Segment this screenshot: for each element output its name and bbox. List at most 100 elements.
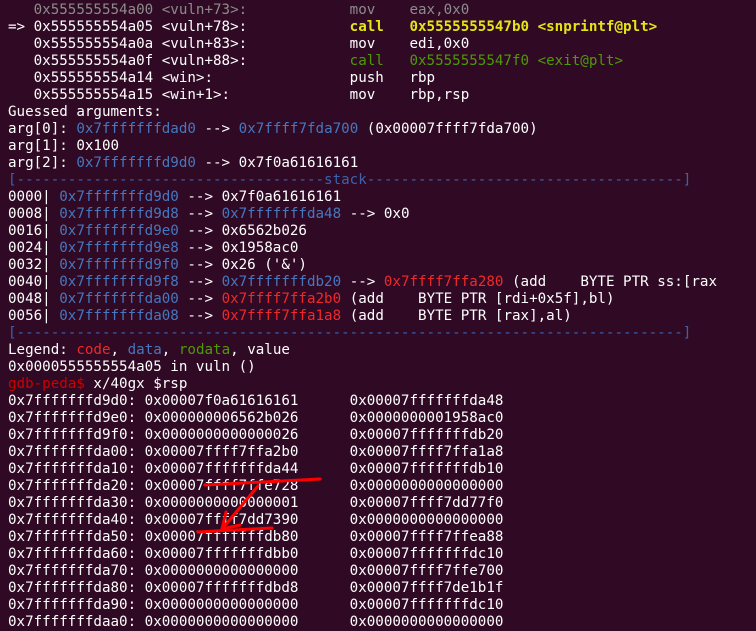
stack-address: 0x7fffffffd9f8 <box>59 274 179 290</box>
memory-dump-row: 0x7fffffffda50: 0x00007fffffffdb80 0x000… <box>8 529 503 546</box>
location-text: 0x0000555555554a05 in vuln () <box>8 359 256 375</box>
command-line: gdb-peda$ x/40gx $rsp <box>8 376 187 393</box>
dump-value-1: 0x000000006562b026 <box>144 410 350 426</box>
dump-address: 0x7fffffffda40: <box>8 512 145 528</box>
current-pointer-marker <box>8 87 34 103</box>
arg-value: 0x100 <box>76 138 120 154</box>
dump-value-1: 0x00007fffffffdbd8 <box>144 580 350 596</box>
argument-line: arg[1]: 0x100 <box>8 138 119 155</box>
stack-line: 0008| 0x7fffffffd9d8 --> 0x7fffffffda48 … <box>8 206 410 223</box>
instruction-symbol: <win>: <box>161 70 350 86</box>
dump-address: 0x7fffffffda60: <box>8 546 145 562</box>
dump-value-1: 0x00007fffffffda44 <box>144 461 350 477</box>
instruction-opcode: call <box>349 19 410 35</box>
dump-address: 0x7fffffffda90: <box>8 597 145 613</box>
stack-address: 0x7fffffffd9f0 <box>59 257 179 273</box>
current-pointer-marker <box>8 70 34 86</box>
stack-address: 0x7fffffffd9d8 <box>59 206 179 222</box>
disasm-line: => 0x555555554a05 <vuln+78>: call 0x5555… <box>8 19 657 36</box>
stack-value: 0x7ffff7ffa1a8 <box>221 308 342 324</box>
stack-line: 0040| 0x7fffffffd9f8 --> 0x7fffffffdb20 … <box>8 274 717 291</box>
stack-value: (add BYTE PTR [rdi+0x5f],bl) <box>341 291 615 307</box>
instruction-address: 0x555555554a00 <box>33 2 162 18</box>
memory-dump-row: 0x7fffffffda30: 0x0000000000000001 0x000… <box>8 495 503 512</box>
stack-line: 0056| 0x7fffffffda08 --> 0x7ffff7ffa1a8 … <box>8 308 572 325</box>
stack-offset: 0008| <box>8 206 60 222</box>
stack-value: --> <box>178 240 222 256</box>
stack-line: 0048| 0x7fffffffda00 --> 0x7ffff7ffa2b0 … <box>8 291 615 308</box>
instruction-opcode: mov <box>349 36 410 52</box>
stack-value: --> <box>178 308 222 324</box>
stack-offset: 0000| <box>8 189 60 205</box>
stack-address: 0x7fffffffda00 <box>59 291 179 307</box>
disasm-line: 0x555555554a0a <vuln+83>: mov edi,0x0 <box>8 36 470 53</box>
dump-address: 0x7fffffffda30: <box>8 495 145 511</box>
current-pointer-marker <box>8 53 34 69</box>
stack-address: 0x7fffffffda08 <box>59 308 179 324</box>
dump-address: 0x7fffffffd9e0: <box>8 410 145 426</box>
memory-dump-row: 0x7fffffffda90: 0x0000000000000000 0x000… <box>8 597 503 614</box>
terminal-window[interactable]: 0x555555554a00 <vuln+73>: mov eax,0x0 => … <box>0 0 756 631</box>
dump-value-1: 0x0000000000000026 <box>144 427 350 443</box>
stack-line: 0000| 0x7fffffffd9d0 --> 0x7f0a61616161 <box>8 189 341 206</box>
stack-offset: 0016| <box>8 223 60 239</box>
stack-value: --> <box>178 189 222 205</box>
stack-offset: 0048| <box>8 291 60 307</box>
instruction-address: 0x555555554a05 <box>33 19 162 35</box>
stack-value: 0x7f0a61616161 <box>221 189 342 205</box>
stack-value: --> <box>178 257 222 273</box>
memory-dump-row: 0x7fffffffda70: 0x0000000000000000 0x000… <box>8 563 503 580</box>
dump-address: 0x7fffffffda50: <box>8 529 145 545</box>
dump-value-1: 0x00007fffffffdb80 <box>144 529 350 545</box>
arg-label: arg[2]: <box>8 155 77 171</box>
instruction-operands: rbp,rsp <box>409 87 470 103</box>
text-segment: , <box>161 342 179 358</box>
legend-line: Legend: code, data, rodata, value <box>8 342 290 359</box>
dump-address: 0x7fffffffda10: <box>8 461 145 477</box>
instruction-opcode: mov <box>349 2 410 18</box>
dump-address: 0x7fffffffda80: <box>8 580 145 596</box>
instruction-opcode: mov <box>349 87 410 103</box>
guessed-arguments-title: Guessed arguments: <box>8 104 162 121</box>
instruction-symbol: <vuln+88>: <box>161 53 350 69</box>
dump-value-2: 0x00007ffff7ffe700 <box>349 563 504 579</box>
legend-code: code <box>76 342 111 358</box>
current-pointer-marker: => <box>8 19 34 35</box>
arg-target: 0x7ffff7fda700 <box>238 121 359 137</box>
dump-address: 0x7fffffffda70: <box>8 563 145 579</box>
dump-value-2: 0x00007fffffffdb10 <box>349 461 504 477</box>
memory-dump-row: 0x7fffffffda00: 0x00007ffff7ffa2b0 0x000… <box>8 444 503 461</box>
instruction-symbol: <vuln+73>: <box>161 2 350 18</box>
stack-line: 0016| 0x7fffffffd9e0 --> 0x6562b026 <box>8 223 307 240</box>
memory-dump-row: 0x7fffffffda10: 0x00007fffffffda44 0x000… <box>8 461 503 478</box>
stack-value: 0x7fffffffdb20 <box>221 274 342 290</box>
stack-offset: 0056| <box>8 308 60 324</box>
arg-pointer: 0x7fffffffdad0 <box>76 121 196 137</box>
dump-value-1: 0x00007fffffffdbb0 <box>144 546 350 562</box>
legend-label: Legend: <box>8 342 77 358</box>
legend-data: data <box>127 342 162 358</box>
disasm-line: 0x555555554a15 <win+1>: mov rbp,rsp <box>8 87 470 104</box>
memory-dump-row: 0x7fffffffda80: 0x00007fffffffdbd8 0x000… <box>8 580 503 597</box>
bottom-separator: [---------------------------------------… <box>8 325 691 342</box>
dump-address: 0x7fffffffda20: <box>8 478 145 494</box>
arg-label: arg[0]: <box>8 121 77 137</box>
dump-value-2: 0x00007fffffffdc10 <box>349 597 504 613</box>
dump-value-2: 0x00007ffff7ffa1a8 <box>349 444 504 460</box>
stack-offset: 0040| <box>8 274 60 290</box>
memory-dump-row: 0x7fffffffd9d0: 0x00007f0a61616161 0x000… <box>8 393 503 410</box>
instruction-address: 0x555555554a14 <box>33 70 162 86</box>
stack-value: --> <box>178 291 222 307</box>
instruction-address: 0x555555554a0f <box>33 53 162 69</box>
stack-address: 0x7fffffffd9d0 <box>59 189 179 205</box>
instruction-opcode: push <box>349 70 410 86</box>
dump-value-1: 0x0000000000000000 <box>144 614 350 630</box>
separator: [------------------------------------sta… <box>8 172 692 188</box>
stack-value: --> <box>178 274 222 290</box>
separator: [---------------------------------------… <box>8 325 692 341</box>
memory-dump-row: 0x7fffffffda20: 0x00007ffff7ffe728 0x000… <box>8 478 503 495</box>
dump-value-1: 0x00007f0a61616161 <box>144 393 350 409</box>
stack-offset: 0024| <box>8 240 60 256</box>
arg-deref: 0x7f0a61616161 <box>238 155 359 171</box>
dump-value-2: 0x00007fffffffdc10 <box>349 546 504 562</box>
